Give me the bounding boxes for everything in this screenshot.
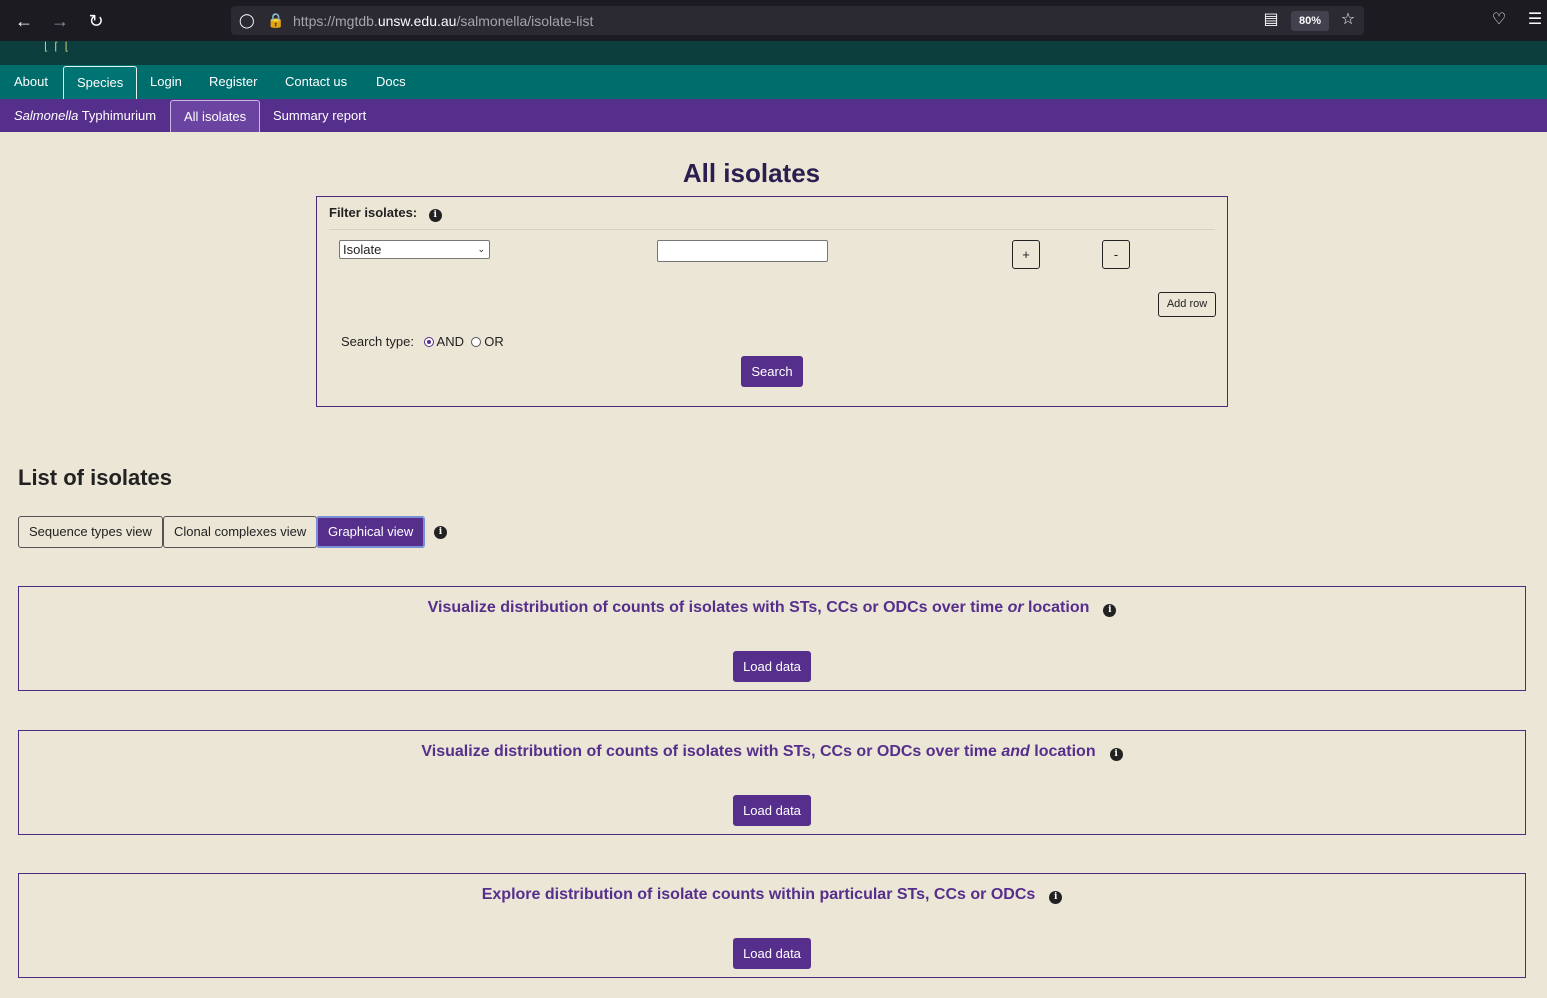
nav-register[interactable]: Register [196,65,270,99]
search-type-or-radio[interactable] [470,337,481,347]
chevron-down-icon: ⌄ [477,244,485,254]
search-type-row: Search type: AND OR [341,334,504,349]
species-genus: Salmonella [14,108,79,123]
search-button[interactable]: Search [741,356,803,387]
url-text[interactable]: https://mgtdb.unsw.edu.au/salmonella/iso… [293,13,593,29]
viz-title-emphasis: and [1001,743,1030,760]
species-subnav: Salmonella Typhimurium All isolates Summ… [0,99,1547,132]
viz-panel-time-and-location: Visualize distribution of counts of isol… [18,730,1526,835]
nav-docs[interactable]: Docs [363,65,419,99]
filter-divider [329,229,1215,230]
url-prefix: https://mgtdb. [293,13,378,29]
subnav-species[interactable]: Salmonella Typhimurium [1,99,169,132]
subnav-summary-report[interactable]: Summary report [260,99,379,132]
list-title: List of isolates [18,465,173,490]
clonal-complexes-view-button[interactable]: Clonal complexes view [163,516,318,548]
add-condition-button[interactable]: + [1012,240,1040,269]
forward-icon[interactable]: → [48,9,72,33]
viz-title-suffix: location [1023,599,1090,616]
page-title: All isolates [682,158,821,188]
url-path: /salmonella/isolate-list [456,13,594,29]
sequence-types-view-button[interactable]: Sequence types view [18,516,163,548]
filter-label: Filter isolates: [329,205,418,220]
graphical-view-button[interactable]: Graphical view [316,516,426,548]
nav-contact-us[interactable]: Contact us [272,65,360,99]
browser-toolbar: ← → ↻ ◯ 🔒 https://mgtdb.unsw.edu.au/salm… [0,0,1547,41]
viz-panel-explore-distribution: Explore distribution of isolate counts w… [18,873,1526,978]
address-bar[interactable]: ◯ 🔒 https://mgtdb.unsw.edu.au/salmonella… [231,6,1364,35]
viz-info-icon[interactable]: i [1109,748,1123,761]
pocket-icon[interactable]: ♡ [1488,9,1510,31]
load-data-button[interactable]: Load data [733,651,811,682]
zoom-level[interactable]: 80% [1291,11,1329,31]
viz-title-text: Visualize distribution of counts of isol… [427,599,1008,616]
site-banner: ⌊⌈⌊ [0,41,1547,65]
logo-fragment: ⌊⌈⌊ [44,41,75,53]
viz-title-text: Explore distribution of isolate counts w… [481,886,1036,903]
viz-title: Visualize distribution of counts of isol… [19,599,1525,617]
filter-panel: Filter isolates: i Isolate ⌄ + - Add row… [316,196,1228,407]
menu-icon[interactable]: ☰ [1524,9,1546,31]
remove-condition-button[interactable]: - [1102,240,1130,269]
search-type-and-label[interactable]: AND [437,334,464,349]
shield-icon[interactable]: ◯ [239,11,255,29]
lock-icon[interactable]: 🔒 [267,11,284,29]
species-serovar: Typhimurium [78,108,157,123]
viz-info-icon[interactable]: i [1049,891,1063,904]
subnav-all-isolates[interactable]: All isolates [170,100,261,132]
bookmark-star-icon[interactable]: ☆ [1337,9,1359,31]
viz-title-suffix: location [1029,743,1096,760]
nav-login[interactable]: Login [137,65,195,99]
search-type-and-radio[interactable] [423,337,434,347]
load-data-button[interactable]: Load data [733,938,811,969]
url-host: unsw.edu.au [377,13,457,29]
main-nav: About Species Login Register Contact us … [0,65,1547,99]
viz-title: Explore distribution of isolate counts w… [19,886,1525,904]
filter-field-select[interactable]: Isolate ⌄ [339,240,490,259]
reader-view-icon[interactable]: ▤ [1260,9,1282,31]
viz-panel-time-or-location: Visualize distribution of counts of isol… [18,586,1526,691]
search-type-or-label[interactable]: OR [484,334,504,349]
add-row-button[interactable]: Add row [1158,292,1216,317]
reload-icon[interactable]: ↻ [84,9,108,33]
load-data-button[interactable]: Load data [733,795,811,826]
filter-info-icon[interactable]: i [428,209,442,222]
filter-field-value: Isolate [343,242,382,257]
back-icon[interactable]: ← [12,9,36,33]
nav-species[interactable]: Species [63,66,138,99]
viz-title-emphasis: or [1007,599,1024,616]
viz-title-text: Visualize distribution of counts of isol… [421,743,1002,760]
search-type-label: Search type: [341,334,414,349]
viz-title: Visualize distribution of counts of isol… [19,743,1525,761]
filter-label-row: Filter isolates: i [329,205,442,222]
views-info-icon[interactable]: i [434,526,447,539]
nav-about[interactable]: About [1,65,61,99]
viz-info-icon[interactable]: i [1103,604,1117,617]
filter-value-input[interactable] [657,240,828,262]
